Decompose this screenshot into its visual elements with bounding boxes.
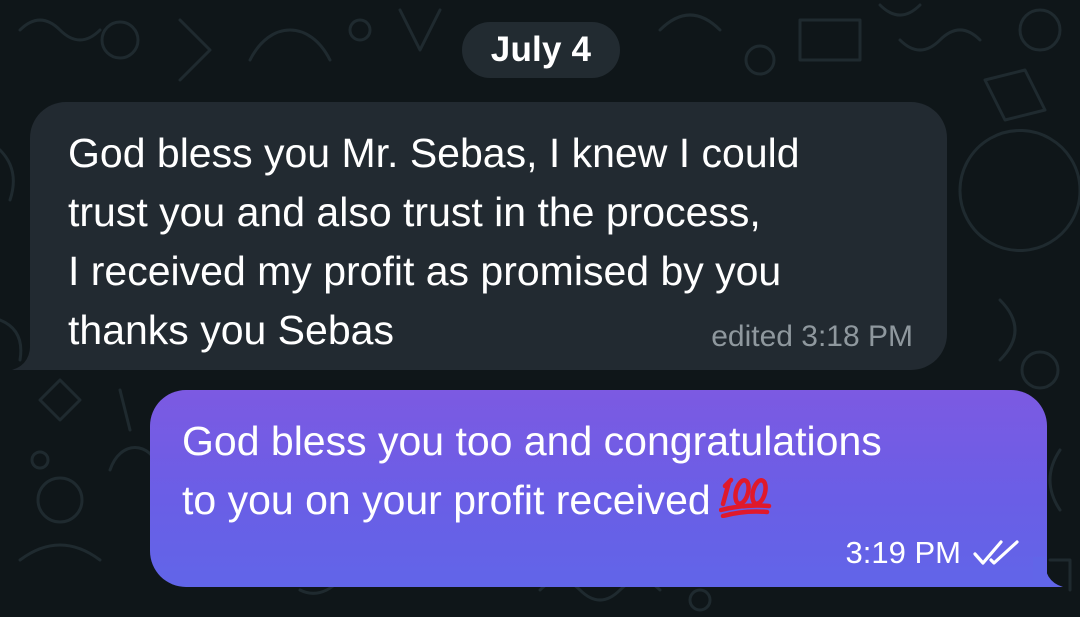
outgoing-message-line-2-text: to you on your profit received — [182, 477, 711, 523]
hundred-points-emoji-icon — [718, 477, 771, 518]
date-separator: July 4 — [462, 22, 620, 78]
outgoing-message-time: 3:19 PM — [845, 535, 961, 570]
date-label: July 4 — [490, 30, 592, 69]
bubble-tail-icon — [12, 340, 42, 370]
outgoing-message-bubble[interactable]: God bless you too and congratulations to… — [150, 390, 1063, 587]
outgoing-message-meta: 3:19 PM — [846, 535, 1023, 571]
outgoing-message-text: God bless you too and congratulations to… — [182, 412, 1022, 530]
bubble-tail-icon — [1033, 557, 1063, 587]
double-check-icon — [973, 540, 1019, 565]
incoming-message-meta: edited 3:18 PM — [711, 320, 913, 353]
outgoing-message-line-1: God bless you too and congratulations — [182, 418, 882, 464]
incoming-message-bubble[interactable]: God bless you Mr. Sebas, I knew I could … — [12, 102, 947, 370]
outgoing-message-line-2: to you on your profit received — [182, 471, 1022, 530]
